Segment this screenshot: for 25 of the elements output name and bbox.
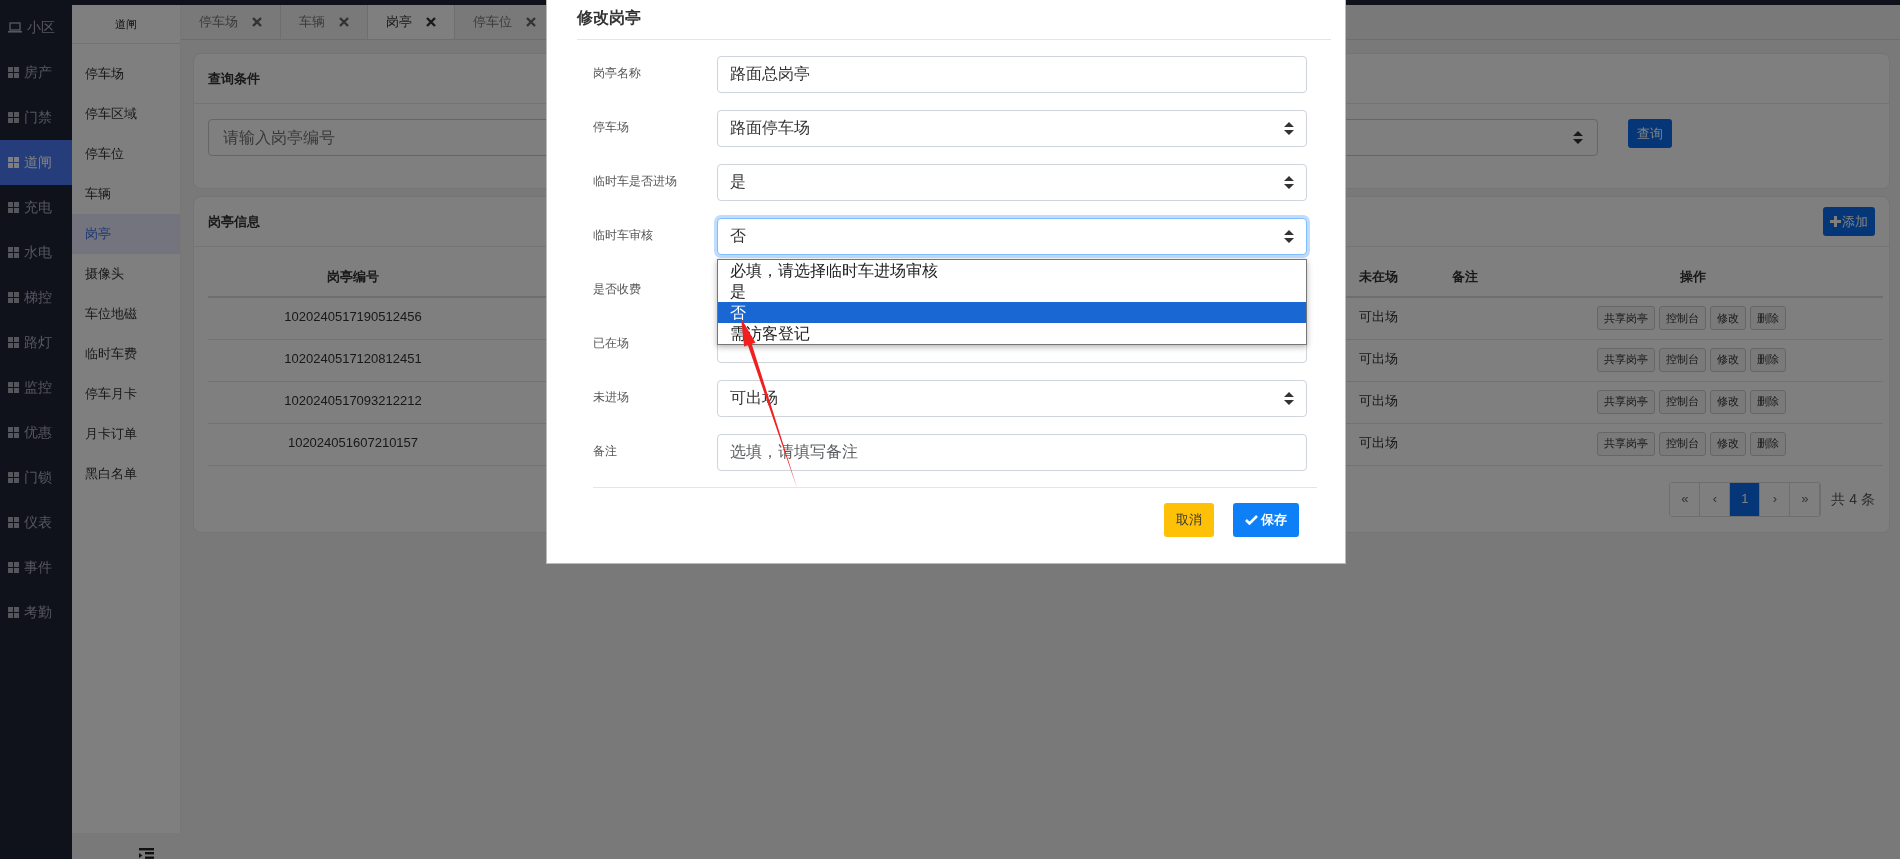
field-label: 停车场 bbox=[593, 118, 629, 136]
field-label: 未进场 bbox=[593, 388, 629, 406]
field-label: 备注 bbox=[593, 442, 617, 460]
card-title: 查询条件 bbox=[208, 69, 260, 88]
table-cell: 1020240517093212212 bbox=[284, 392, 422, 408]
modal-title: 修改岗亭 bbox=[577, 9, 641, 26]
field-label: 临时车是否进场 bbox=[593, 172, 677, 190]
field-label: 是否收费 bbox=[593, 280, 641, 298]
column-header: 操作 bbox=[1503, 257, 1883, 297]
field-label: 临时车审核 bbox=[593, 226, 653, 244]
field-label: 已在场 bbox=[593, 334, 629, 352]
column-header: 备注 bbox=[1444, 257, 1503, 297]
field-label: 岗亭名称 bbox=[593, 64, 641, 82]
column-header: 岗亭编号 bbox=[208, 257, 498, 297]
table-cell: 可出场 bbox=[1359, 392, 1398, 408]
table-cell: 1020240517190512456 bbox=[284, 309, 422, 324]
table-cell: 102024051607210157 bbox=[287, 434, 419, 450]
column-header: 未在场 bbox=[1351, 257, 1444, 297]
table-cell: 1020240517120812451 bbox=[284, 350, 422, 366]
table-cell: 可出场 bbox=[1359, 434, 1398, 450]
table-cell: 可出场 bbox=[1359, 350, 1398, 366]
submenu-title: 道闸 bbox=[72, 5, 180, 44]
card-title: 岗亭信息 bbox=[208, 212, 260, 231]
total-count: 共 4 条 bbox=[1831, 489, 1875, 509]
table-cell: 可出场 bbox=[1359, 309, 1398, 324]
